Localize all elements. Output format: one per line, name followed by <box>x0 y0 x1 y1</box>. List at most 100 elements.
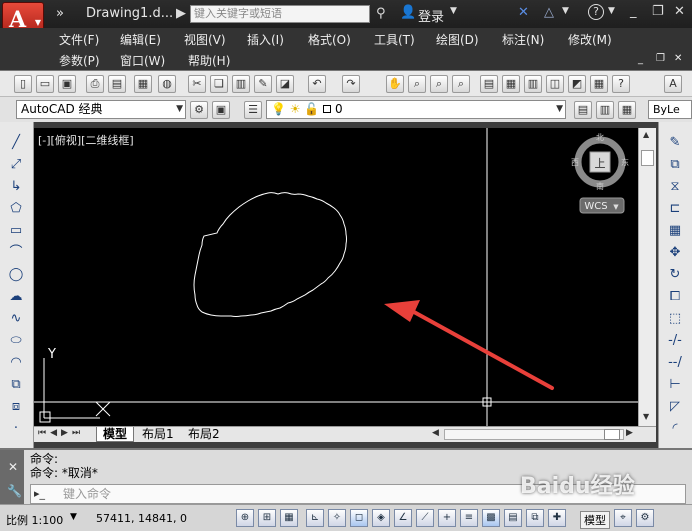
design-center-panel-icon[interactable]: ▦ <box>502 75 520 93</box>
connect-icon[interactable]: △ <box>544 5 554 20</box>
revision-cloud-icon[interactable]: ☁ <box>7 288 25 306</box>
scroll-left-icon[interactable]: ◀ <box>432 428 439 438</box>
arc-icon[interactable]: ⌒ <box>7 244 25 262</box>
scale-dropdown-icon[interactable]: ▼ <box>70 512 77 522</box>
dynamic-ucs-icon[interactable]: ⟋ <box>416 509 434 527</box>
quickcalc-icon[interactable]: ▦ <box>590 75 608 93</box>
scroll-right-icon[interactable]: ▶ <box>626 428 633 438</box>
lineweight-icon[interactable]: ≡ <box>460 509 478 527</box>
expand-arrow-icon[interactable]: ▶ <box>176 6 186 21</box>
selection-cycling-icon[interactable]: ⧉ <box>526 509 544 527</box>
model-space-button[interactable]: 模型 <box>580 511 610 529</box>
extend-icon[interactable]: --/ <box>666 354 684 372</box>
help-toolbar-icon[interactable]: ? <box>612 75 630 93</box>
print-preview-icon[interactable]: ▤ <box>108 75 126 93</box>
binoculars-icon[interactable]: ⚲ <box>376 6 386 21</box>
horizontal-scroll-track[interactable] <box>444 429 624 440</box>
undo-icon[interactable]: ↶ <box>308 75 326 93</box>
object-snap-icon[interactable]: ◻ <box>350 509 368 527</box>
command-prompt-icon[interactable]: ▸_ <box>34 487 45 500</box>
block-editor-icon[interactable]: ◪ <box>276 75 294 93</box>
scroll-up-icon[interactable]: ▲ <box>643 130 649 139</box>
dynamic-input-icon[interactable]: + <box>438 509 456 527</box>
menu-help[interactable]: 帮助(H) <box>188 52 230 69</box>
menu-draw[interactable]: 绘图(D) <box>436 31 479 48</box>
new-icon[interactable]: ▯ <box>14 75 32 93</box>
workspace-settings-icon[interactable]: ⚙ <box>190 101 208 119</box>
exchange-icon[interactable]: ✕ <box>518 5 529 20</box>
workspace-switching-icon[interactable]: ⚙ <box>636 509 654 527</box>
layer-properties-icon[interactable]: ☰ <box>244 101 262 119</box>
grid-display-icon[interactable]: ▦ <box>280 509 298 527</box>
erase-icon[interactable]: ✎ <box>666 134 684 152</box>
mirror-icon[interactable]: ⧖ <box>666 178 684 196</box>
trim-icon[interactable]: -/- <box>666 332 684 350</box>
spline-icon[interactable]: ∿ <box>7 310 25 328</box>
print-icon[interactable]: ⎙ <box>86 75 104 93</box>
circle-icon[interactable]: ◯ <box>7 266 25 284</box>
chamfer-icon[interactable]: ◸ <box>666 398 684 416</box>
horizontal-scroll-thumb[interactable] <box>604 429 620 440</box>
command-close-icon[interactable]: ✕ <box>8 460 18 474</box>
object-snap-tracking-icon[interactable]: ∠ <box>394 509 412 527</box>
login-dropdown-icon[interactable]: ▼ <box>450 6 457 16</box>
tab-layout1[interactable]: 布局1 <box>136 427 180 442</box>
markup-icon[interactable]: ◩ <box>568 75 586 93</box>
3d-object-snap-icon[interactable]: ◈ <box>372 509 390 527</box>
menu-edit[interactable]: 编辑(E) <box>120 31 161 48</box>
redo-icon[interactable]: ↷ <box>342 75 360 93</box>
stretch-icon[interactable]: ⬚ <box>666 310 684 328</box>
menu-tools[interactable]: 工具(T) <box>374 31 415 48</box>
polar-tracking-icon[interactable]: ✧ <box>328 509 346 527</box>
transparency-icon[interactable]: ▩ <box>482 509 500 527</box>
properties-icon[interactable]: ▤ <box>480 75 498 93</box>
annotation-scale[interactable]: 比例 1:100 <box>6 512 63 528</box>
tab-model[interactable]: 模型 <box>96 427 135 442</box>
copy-icon[interactable]: ❏ <box>210 75 228 93</box>
coordinates-readout[interactable]: 57411, 14841, 0 <box>96 512 187 525</box>
doc-minimize-icon[interactable]: _ <box>638 54 643 65</box>
infer-constraints-icon[interactable]: ⊕ <box>236 509 254 527</box>
zoom-previous-icon[interactable]: ⌕ <box>452 75 470 93</box>
command-line-gripper[interactable]: ✕ 🔧 <box>0 450 24 506</box>
tab-navigation-icons[interactable]: ⏮◀▶⏭ <box>38 428 84 438</box>
polyline-icon[interactable]: ↳ <box>7 178 25 196</box>
copy-object-icon[interactable]: ⧉ <box>666 156 684 174</box>
help-dropdown-icon[interactable]: ▼ <box>608 6 615 16</box>
menu-insert[interactable]: 插入(I) <box>247 31 284 48</box>
quick-properties-icon[interactable]: ▤ <box>504 509 522 527</box>
ellipse-icon[interactable]: ⬭ <box>7 332 25 350</box>
vertical-scroll-thumb[interactable] <box>641 150 654 166</box>
layer-state-icon[interactable]: ▦ <box>618 101 636 119</box>
save-icon[interactable]: ▣ <box>58 75 76 93</box>
zoom-realtime-icon[interactable]: ⌕ <box>408 75 426 93</box>
publish-icon[interactable]: ▦ <box>134 75 152 93</box>
vertical-scrollbar[interactable]: ▲ ▼ <box>638 128 656 426</box>
doc-close-icon[interactable]: ✕ <box>674 53 682 64</box>
make-current-layer-icon[interactable]: ▤ <box>574 101 592 119</box>
menu-dimension[interactable]: 标注(N) <box>502 31 544 48</box>
make-block-icon[interactable]: ⧈ <box>7 398 25 416</box>
tool-palettes-icon[interactable]: ▥ <box>524 75 542 93</box>
login-link[interactable]: 登录 <box>418 6 444 25</box>
workspace-select[interactable]: AutoCAD 经典 ▼ <box>16 100 186 119</box>
user-icon[interactable]: 👤 <box>400 5 416 20</box>
rectangle-icon[interactable]: ▭ <box>7 222 25 240</box>
match-properties-icon[interactable]: ✎ <box>254 75 272 93</box>
point-icon[interactable]: · <box>7 420 25 438</box>
drawing-canvas[interactable]: [-][俯视][二维线框] Y 上 北 南 西 东 WCS ▼ <box>34 128 638 426</box>
offset-icon[interactable]: ⊏ <box>666 200 684 218</box>
menu-parametric[interactable]: 参数(P) <box>59 52 100 69</box>
ortho-mode-icon[interactable]: ⊾ <box>306 509 324 527</box>
annotation-monitor-icon[interactable]: ✚ <box>548 509 566 527</box>
search-input[interactable]: 键入关键字或短语 <box>190 5 370 23</box>
rotate-icon[interactable]: ↻ <box>666 266 684 284</box>
command-customize-icon[interactable]: 🔧 <box>7 484 22 498</box>
layer-select[interactable]: 💡 ☀ 🔓 0 ▼ <box>266 100 566 119</box>
paste-icon[interactable]: ▥ <box>232 75 250 93</box>
viewcube[interactable]: 上 北 南 西 东 <box>571 133 629 191</box>
workspace-save-icon[interactable]: ▣ <box>212 101 230 119</box>
color-select[interactable]: ByLe <box>648 100 692 119</box>
tab-layout2[interactable]: 布局2 <box>182 427 226 442</box>
design-center-icon[interactable]: ◍ <box>158 75 176 93</box>
